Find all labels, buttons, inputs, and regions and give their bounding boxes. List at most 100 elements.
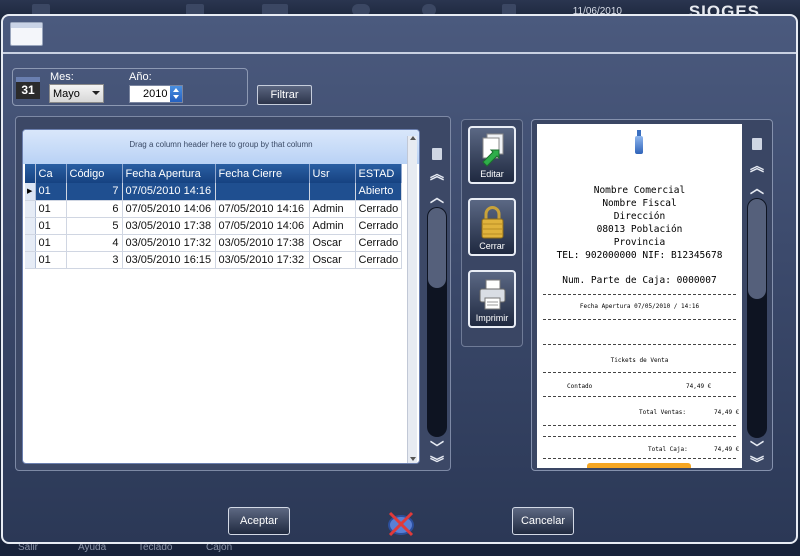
spin-down-icon[interactable] [173,95,179,99]
spin-up-icon[interactable] [173,88,179,92]
cell-usr [309,183,356,201]
cell-ca: 01 [35,200,67,218]
row-indicator [25,234,36,252]
cell-codigo: 7 [66,183,123,201]
printer-icon [479,279,506,310]
ticket-total-cash-value: 74,49 € [714,446,740,453]
ticket-cash-part-number: Num. Parte de Caja: 0000007 [562,275,717,286]
cell-usr: Oscar [309,234,356,252]
cell-cierre: 03/05/2010 17:38 [215,234,310,252]
cell-apertura: 03/05/2010 16:15 [122,251,216,269]
column-header-estado[interactable]: ESTAD [355,164,403,183]
ticket-total-sales-label: Total Ventas: [639,409,686,416]
ticket-scroll-top-button[interactable]: ︽ [747,159,767,173]
ticket-city: 08013 Población [596,224,683,235]
ticket-divider [543,294,736,295]
ticket-total-cash-label: Total Caja: [648,446,688,453]
column-header-fecha-cierre[interactable]: Fecha Cierre [215,164,310,183]
table-row[interactable]: ▶ 01 7 07/05/2010 14:16 Abierto [25,183,403,201]
ticket-divider [543,458,736,459]
table-row[interactable]: 01 5 03/05/2010 17:38 07/05/2010 14:06 Admin… [25,217,403,235]
cell-codigo: 5 [66,217,123,235]
edit-button-label: Editar [480,169,504,179]
ticket-total-sales-value: 74,49 € [714,409,740,416]
ticket-scroll-bottom-button[interactable]: ︾ [747,456,767,470]
ticket-dark-scroll-thumb[interactable] [748,199,766,299]
padlock-icon [481,206,504,239]
ticket-scroll-down-button[interactable]: ﹀ [747,441,767,455]
document-icon [432,148,442,160]
grid-dark-scroll-track[interactable] [427,207,447,437]
row-indicator: ▶ [25,183,36,201]
chevron-down-icon [92,91,100,95]
print-button[interactable]: Imprimir [468,270,516,328]
group-by-area[interactable]: Drag a column header here to group by th… [23,130,419,164]
month-select[interactable]: Mayo [49,84,104,103]
scroll-top-button[interactable]: ︽ [427,167,447,181]
cell-ca: 01 [35,217,67,235]
column-header-fecha-apertura[interactable]: Fecha Apertura [122,164,216,183]
cell-cierre: 03/05/2010 17:32 [215,251,310,269]
column-header-usr[interactable]: Usr [309,164,356,183]
column-header-ca[interactable]: Ca [35,164,67,183]
cell-codigo: 3 [66,251,123,269]
edit-button[interactable]: Editar [468,126,516,184]
ticket-fiscal-name: Nombre Fiscal [602,198,677,209]
cell-cierre: 07/05/2010 14:06 [215,217,310,235]
ticket-province: Provincia [613,237,666,248]
grid-scrollbar[interactable] [407,136,417,463]
ticket-scroll-up-button[interactable]: ︿ [747,181,767,195]
year-spinner[interactable]: 2010 [129,85,183,103]
cell-estado: Abierto [355,183,403,201]
cash-parts-grid-panel: Drag a column header here to group by th… [15,116,451,471]
ticket-preview: Nombre Comercial Nombre Fiscal Dirección… [537,124,742,468]
grid-dark-scroll-thumb[interactable] [428,208,446,288]
table-row[interactable]: 01 3 03/05/2010 16:15 03/05/2010 17:32 Oscar… [25,251,403,269]
cell-estado: Cerrado [355,217,403,235]
cell-apertura: 07/05/2010 14:16 [122,183,216,201]
ticket-business-name: Nombre Comercial [593,185,686,196]
cell-ca: 01 [35,234,67,252]
grid-scroll-controls: ︽ ︿ ﹀ ︾ [423,117,451,472]
cash-register-dialog: 31 Mes: Mayo Año: 2010 Filtrar Drag a co… [1,14,798,544]
ticket-divider [543,396,736,397]
column-header-codigo[interactable]: Código [66,164,123,183]
document-icon [752,138,762,150]
scroll-bottom-button[interactable]: ︾ [427,456,447,470]
scroll-up-button[interactable]: ︿ [427,190,447,204]
ticket-dark-scroll-track[interactable] [747,198,767,438]
cell-apertura: 07/05/2010 14:06 [122,200,216,218]
ticket-scroll-controls: ︽ ︿ ﹀ ︾ [743,120,771,472]
cell-cierre [215,183,310,201]
ticket-address: Dirección [613,211,666,222]
cell-usr: Oscar [309,251,356,269]
spin-buttons[interactable] [170,86,182,102]
scroll-down-button[interactable]: ﹀ [427,441,447,455]
ticket-footer-bar [587,463,691,468]
filter-button[interactable]: Filtrar [257,85,312,105]
accept-button[interactable]: Aceptar [228,507,290,535]
row-indicator [25,217,36,235]
cancel-button[interactable]: Cancelar [512,507,574,535]
cell-apertura: 03/05/2010 17:38 [122,217,216,235]
cell-estado: Cerrado [355,251,403,269]
cell-codigo: 6 [66,200,123,218]
ticket-preview-panel: Nombre Comercial Nombre Fiscal Dirección… [531,119,773,471]
month-label: Mes: [50,71,74,83]
table-row[interactable]: 01 6 07/05/2010 14:06 07/05/2010 14:16 Admin… [25,200,403,218]
cell-apertura: 03/05/2010 17:32 [122,234,216,252]
close-register-button[interactable]: Cerrar [468,198,516,256]
month-value: Mayo [53,88,80,100]
row-indicator-header [25,164,36,183]
cell-ca: 01 [35,183,67,201]
calendar-icon: 31 [16,77,40,99]
ticket-cash-value: 74,49 € [686,383,712,390]
print-button-label: Imprimir [475,313,509,323]
no-entry-icon [388,511,414,537]
cell-usr: Admin [309,200,356,218]
ticket-divider [543,436,736,437]
window-icon [10,22,43,46]
table-row[interactable]: 01 4 03/05/2010 17:32 03/05/2010 17:38 Oscar… [25,234,403,252]
ticket-phone-nif: TEL: 902000000 NIF: B12345678 [556,250,723,261]
logo-bottle-icon [635,130,643,154]
